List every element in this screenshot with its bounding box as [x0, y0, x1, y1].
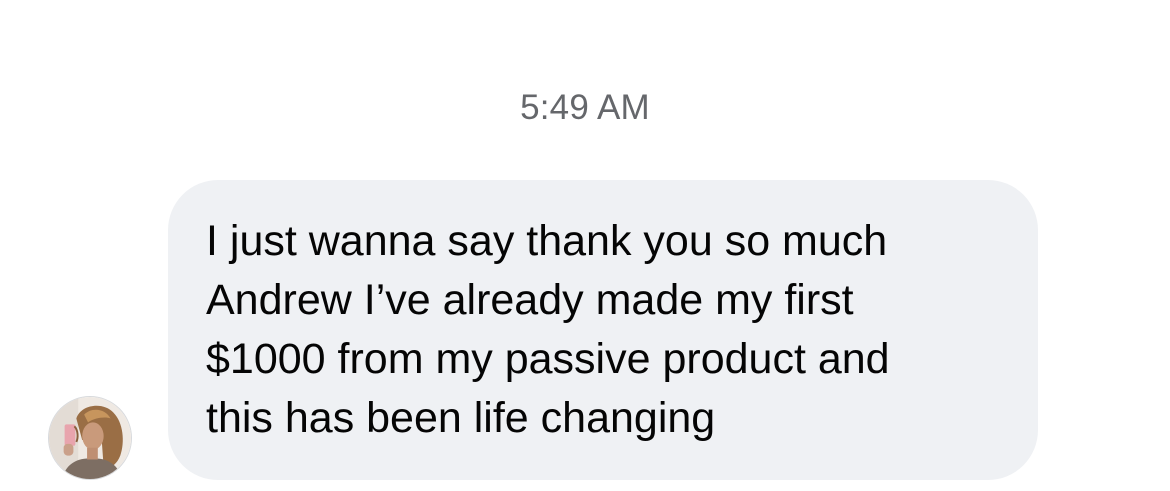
message-text: I just wanna say thank you so much Andre…	[206, 217, 890, 442]
avatar-photo	[49, 397, 131, 479]
message-timestamp: 5:49 AM	[520, 88, 650, 127]
message-row: I just wanna say thank you so much Andre…	[0, 180, 1170, 480]
message-bubble[interactable]: I just wanna say thank you so much Andre…	[168, 180, 1038, 480]
sender-avatar[interactable]	[48, 396, 132, 480]
